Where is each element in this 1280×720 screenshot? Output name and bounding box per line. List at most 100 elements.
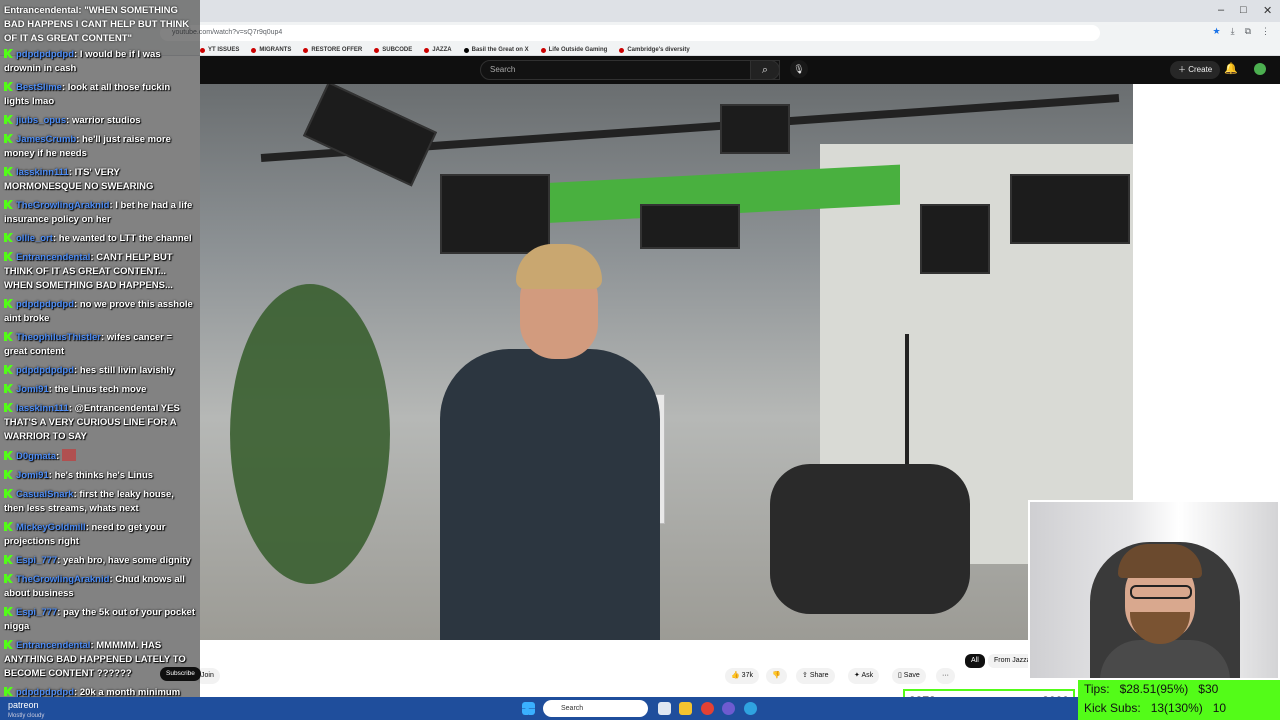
chat-message: Jomi91: he's thinks he's Linus bbox=[0, 469, 200, 483]
chat-message: pdpdpdpdpd: no we prove this asshole ain… bbox=[4, 299, 193, 324]
chat-username[interactable]: lasskinn111 bbox=[16, 167, 69, 178]
chat-username[interactable]: TheGrowlingAraknid bbox=[16, 574, 109, 585]
search-icon: ⌕ bbox=[761, 64, 769, 76]
chat-username[interactable]: BestSlime bbox=[16, 82, 62, 93]
chat-message: CasualSnark: first the leaky house, then… bbox=[4, 489, 174, 514]
file-explorer-icon[interactable] bbox=[679, 702, 692, 715]
save-label: Save bbox=[903, 672, 920, 679]
chat-username[interactable]: pdpdpdpdpd bbox=[16, 687, 74, 697]
weather-widget[interactable]: patreon Mostly cloudy bbox=[8, 700, 44, 720]
chat-message: jiubs_opus: warrior studios bbox=[0, 114, 200, 128]
bookmark-item[interactable]: Cambridge's diversity bbox=[619, 44, 690, 56]
bookmark-item[interactable]: JAZZA bbox=[424, 44, 452, 56]
chat-text: he wanted to LTT the channel bbox=[58, 233, 192, 244]
more-actions-button[interactable]: ··· bbox=[936, 668, 955, 684]
minimize-button[interactable]: – bbox=[1218, 4, 1224, 16]
taskbar-search[interactable]: Search bbox=[543, 700, 648, 717]
bell-icon[interactable]: 🔔 bbox=[1224, 62, 1238, 75]
star-icon[interactable]: ★ bbox=[1213, 26, 1221, 37]
avatar[interactable] bbox=[1254, 63, 1266, 75]
chat-username[interactable]: pdpdpdpdpd bbox=[16, 299, 74, 310]
chat-message: pdpdpdpdpd: hes still livin lavishly bbox=[0, 364, 200, 378]
like-button[interactable]: 👍 37k bbox=[725, 668, 759, 684]
chat-overlay: Entrancendental: "WHEN SOMETHING BAD HAP… bbox=[0, 0, 200, 697]
kick-badge-icon bbox=[4, 233, 13, 242]
kick-badge-icon bbox=[4, 522, 13, 531]
kick-badge-icon bbox=[4, 607, 13, 616]
tips-goal-widget: Tips: $28.51(95%) $30 Kick Subs: 13(130%… bbox=[1078, 680, 1280, 720]
chat-username[interactable]: lasskinn111 bbox=[16, 403, 69, 414]
kick-badge-icon bbox=[4, 299, 13, 308]
chat-username[interactable]: JamesCrumb bbox=[16, 134, 76, 145]
chat-username[interactable]: Espi_777 bbox=[16, 607, 57, 618]
task-view-icon[interactable] bbox=[658, 702, 671, 715]
share-button[interactable]: ⇪ Share bbox=[796, 668, 835, 684]
weather-subtext: Mostly cloudy bbox=[8, 713, 45, 719]
chat-username[interactable]: Jomi91 bbox=[16, 470, 49, 481]
chat-message: D0gmata: bbox=[0, 449, 200, 464]
studio-light bbox=[1010, 174, 1130, 244]
chrome-icon[interactable] bbox=[701, 702, 714, 715]
studio-light bbox=[640, 204, 740, 249]
save-button[interactable]: ▯ Save bbox=[892, 668, 926, 684]
kick-badge-icon bbox=[4, 574, 13, 583]
chat-message-list: pdpdpdpdpd: I would be if I was drownin … bbox=[0, 48, 200, 697]
chat-text: warrior studios bbox=[71, 115, 141, 126]
video-player[interactable] bbox=[200, 84, 1133, 640]
chat-message: BestSlime: look at all those fuckin ligh… bbox=[4, 82, 171, 107]
kick-badge-icon bbox=[4, 82, 13, 91]
chat-username[interactable]: TheophilusThistler bbox=[16, 332, 101, 343]
chat-username[interactable]: D0gmata bbox=[16, 451, 56, 462]
create-label: Create bbox=[1188, 65, 1213, 74]
address-bar[interactable]: youtube.com/watch?v=sQ7r9q0up4 bbox=[160, 25, 1100, 41]
windows-start-icon[interactable] bbox=[522, 702, 535, 715]
bookmark-item[interactable]: YT ISSUES bbox=[200, 44, 239, 56]
tab-strip[interactable] bbox=[200, 0, 1280, 22]
bookmark-item[interactable]: Basil the Great on X bbox=[463, 44, 529, 56]
microphone-icon[interactable]: 🎙 bbox=[790, 60, 808, 78]
ask-label: Ask bbox=[861, 672, 874, 679]
subscribe-button[interactable]: Subscribe bbox=[160, 667, 201, 681]
chat-username[interactable]: pdpdpdpdpd bbox=[16, 49, 74, 60]
chat-username[interactable]: jiubs_opus bbox=[16, 115, 66, 126]
close-window-button[interactable]: ✕ bbox=[1263, 4, 1272, 17]
chat-message: TheGrowlingAraknid: Chud knows all about… bbox=[4, 574, 185, 599]
maximize-button[interactable]: □ bbox=[1240, 4, 1247, 16]
studio-light bbox=[720, 104, 790, 154]
bookmark-item[interactable]: RESTORE OFFER bbox=[303, 44, 362, 56]
download-icon[interactable]: ⤓ bbox=[1231, 26, 1235, 37]
kick-badge-icon bbox=[4, 489, 13, 498]
search-button[interactable]: ⌕ bbox=[750, 60, 780, 80]
menu-icon[interactable]: ⋮ bbox=[1261, 26, 1270, 37]
chat-username[interactable]: MickeyGoldmill bbox=[16, 522, 86, 533]
chat-message: Espi_777: yeah bro, have some dignity bbox=[0, 554, 200, 568]
chat-username[interactable]: Entrancendental bbox=[16, 640, 90, 651]
thumbs-down-icon: 👎 bbox=[772, 672, 781, 679]
kick-badge-icon bbox=[4, 470, 13, 479]
chat-username[interactable]: pdpdpdpdpd bbox=[16, 365, 74, 376]
extensions-icon[interactable]: ⧉ bbox=[1245, 26, 1251, 37]
chat-username[interactable]: ollie_ort bbox=[16, 233, 53, 244]
chat-text: yeah bro, have some dignity bbox=[63, 555, 191, 566]
dislike-button[interactable]: 👎 bbox=[766, 668, 787, 684]
chat-username[interactable]: Espi_777 bbox=[16, 555, 57, 566]
edge-icon[interactable] bbox=[744, 702, 757, 715]
bookmark-item[interactable]: SUBCODE bbox=[374, 44, 412, 56]
chat-message: lasskinn111: ITS' VERY MORMONESQUE NO SW… bbox=[4, 167, 154, 192]
plant bbox=[230, 284, 390, 584]
chat-username[interactable]: Jomi91 bbox=[16, 384, 49, 395]
search-input[interactable]: Search bbox=[480, 60, 780, 80]
tips-goal: $30 bbox=[1198, 682, 1219, 696]
chat-username[interactable]: Entrancendental bbox=[16, 252, 90, 263]
screen: – □ ✕ youtube.com/watch?v=sQ7r9q0up4 ★ ⤓… bbox=[0, 0, 1280, 720]
create-button[interactable]: ＋ Create bbox=[1170, 61, 1221, 79]
kick-badge-icon bbox=[4, 49, 13, 58]
ask-button[interactable]: ✦ Ask bbox=[848, 668, 880, 684]
chat-username[interactable]: CasualSnark bbox=[16, 489, 74, 500]
bookmark-item[interactable]: MIGRANTS bbox=[251, 44, 291, 56]
discord-icon[interactable] bbox=[722, 702, 735, 715]
chip-all[interactable]: All bbox=[965, 654, 985, 668]
chat-message: Jomi91: the Linus tech move bbox=[0, 383, 200, 397]
bookmark-item[interactable]: Life Outside Gaming bbox=[540, 44, 607, 56]
chat-username[interactable]: TheGrowlingAraknid bbox=[16, 200, 109, 211]
